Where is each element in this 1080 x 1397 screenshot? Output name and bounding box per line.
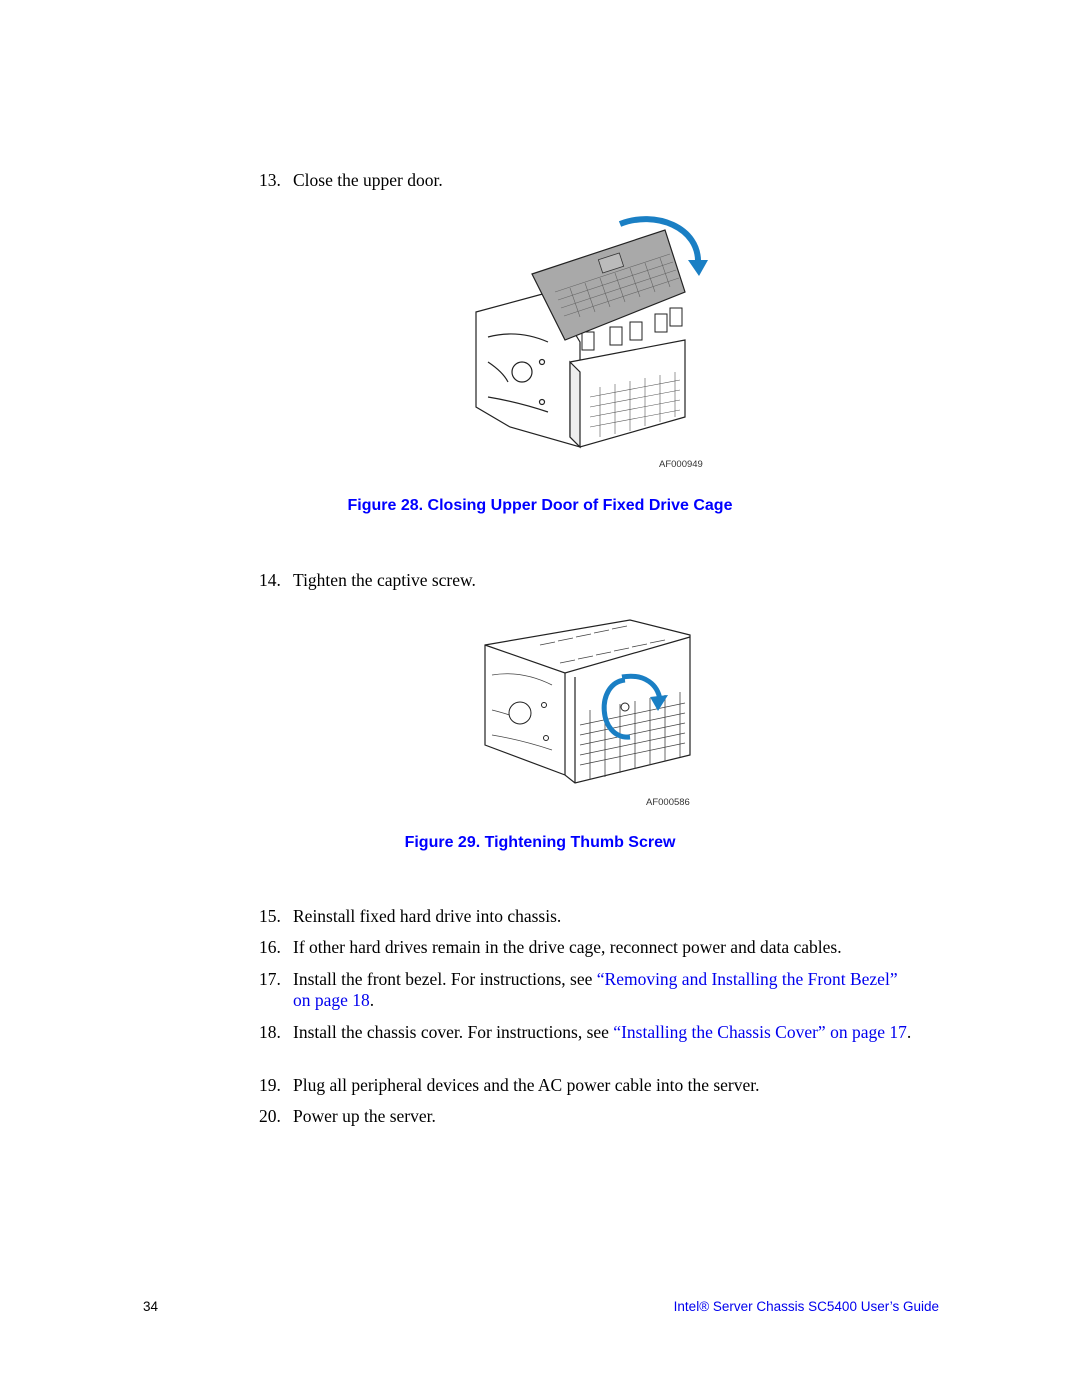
step-16: 16. If other hard drives remain in the d…: [259, 937, 919, 958]
figure-29-illustration: [480, 615, 695, 785]
step-17: 17. Install the front bezel. For instruc…: [259, 969, 919, 1011]
step-14: 14. Tighten the captive screw.: [259, 570, 919, 591]
document-title: Intel® Server Chassis SC5400 User’s Guid…: [673, 1299, 939, 1314]
step-19: 19. Plug all peripheral devices and the …: [259, 1075, 919, 1096]
step-text: Close the upper door.: [293, 170, 443, 190]
drive-cage-thumb-screw-icon: [484, 619, 691, 784]
step-number: 13.: [259, 170, 281, 190]
figure-28-caption: Figure 28. Closing Upper Door of Fixed D…: [347, 497, 733, 514]
step-number: 20.: [259, 1106, 281, 1126]
figure-28-illustration: [470, 212, 710, 452]
step-13: 13. Close the upper door.: [259, 170, 919, 191]
step-text: If other hard drives remain in the drive…: [293, 937, 842, 957]
step-text: Plug all peripheral devices and the AC p…: [293, 1075, 760, 1095]
step-number: 14.: [259, 570, 281, 590]
step-15: 15. Reinstall fixed hard drive into chas…: [259, 906, 919, 927]
step-text: Reinstall fixed hard drive into chassis.: [293, 906, 562, 926]
step-number: 18.: [259, 1022, 281, 1042]
drive-cage-upper-door-icon: [475, 216, 708, 449]
step-text: Install the front bezel. For instruction…: [293, 969, 597, 989]
figure-28-id: AF000949: [659, 459, 703, 470]
figure-29-id: AF000586: [646, 797, 690, 808]
step-number: 15.: [259, 906, 281, 926]
page-number: 34: [143, 1299, 159, 1314]
step-text-end: .: [369, 990, 375, 1010]
step-number: 17.: [259, 969, 281, 989]
step-number: 19.: [259, 1075, 281, 1095]
step-18: 18. Install the chassis cover. For instr…: [259, 1022, 919, 1043]
step-text: Install the chassis cover. For instructi…: [293, 1022, 614, 1042]
step-text: Tighten the captive screw.: [293, 570, 476, 590]
figure-29-caption: Figure 29. Tightening Thumb Screw: [404, 834, 676, 851]
step-text-end: .: [906, 1022, 912, 1042]
step-20: 20. Power up the server.: [259, 1106, 919, 1127]
step-number: 16.: [259, 937, 281, 957]
link-installing-chassis-cover[interactable]: “Installing the Chassis Cover” on page 1…: [613, 1022, 907, 1042]
step-text: Power up the server.: [293, 1106, 436, 1126]
